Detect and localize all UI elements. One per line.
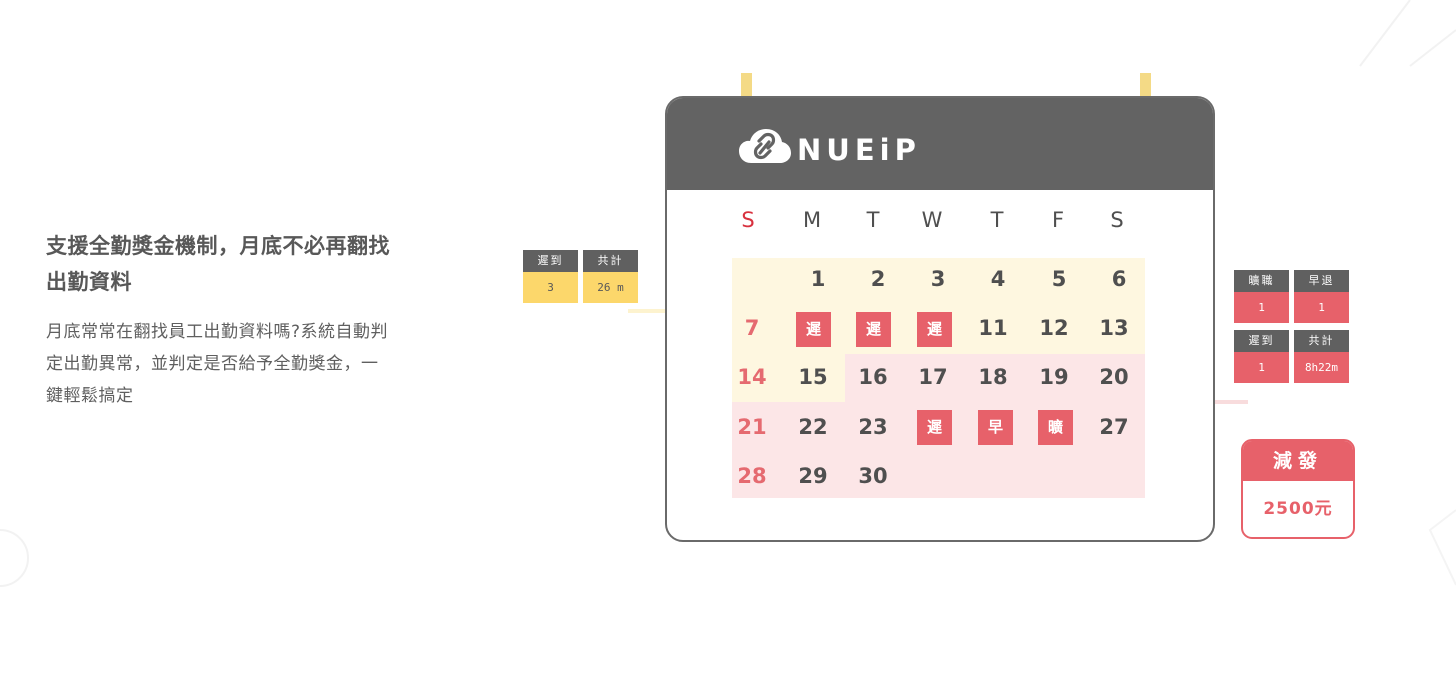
brand-name: NUEiP: [797, 133, 921, 167]
total-time-tag: 共計 8h22m: [1294, 330, 1349, 383]
absence-count-tag: 曠職 1: [1234, 270, 1289, 323]
calendar-day: 3: [930, 267, 946, 291]
late-mark: 遲: [917, 312, 952, 347]
description-line-2: 定出勤異常，並判定是否給予全勤獎金，一: [46, 354, 379, 374]
tag-value: 1: [1294, 292, 1349, 323]
early-leave-count-tag: 早退 1: [1294, 270, 1349, 323]
tag-value: 8h22m: [1294, 352, 1349, 383]
weekday-label: F: [1051, 208, 1065, 232]
calendar-day: 15: [798, 365, 828, 389]
decorative-circle-shape: [0, 529, 29, 587]
calendar-day: 5: [1051, 267, 1067, 291]
calendar-day: 14: [737, 365, 767, 389]
absence-mark: 曠: [1038, 410, 1073, 445]
decorative-arc-shape: [1428, 509, 1456, 586]
calendar-day: 22: [798, 415, 828, 439]
calendar-day: 11: [978, 316, 1008, 340]
weekday-label: T: [866, 208, 880, 232]
weekday-label: M: [802, 208, 822, 232]
calendar-day: 30: [858, 464, 888, 488]
tag-label: 早退: [1294, 270, 1349, 292]
tag-value: 3: [523, 272, 578, 303]
tag-label: 遲到: [523, 250, 578, 272]
weekday-label: W: [921, 208, 943, 232]
description-line-3: 鍵輕鬆搞定: [46, 386, 134, 406]
attendance-calendar: NUEiP S M T W T F S 1 2 3 4 5 6 7 遲 遲 遲 …: [665, 96, 1215, 542]
calendar-day: 17: [918, 365, 948, 389]
calendar-day: 28: [737, 464, 767, 488]
calendar-day: 20: [1099, 365, 1129, 389]
calendar-day: 6: [1111, 267, 1127, 291]
calendar-day: 23: [858, 415, 888, 439]
late-count-tag-right: 遲到 1: [1234, 330, 1289, 383]
calendar-header: NUEiP: [667, 98, 1213, 190]
tag-value: 1: [1234, 352, 1289, 383]
decorative-triangle-shape: [1359, 0, 1456, 67]
calendar-day: 4: [990, 267, 1006, 291]
section-description: 月底常常在翻找員工出勤資料嗎?系統自動判 定出勤異常，並判定是否給予全勤獎金，一…: [46, 316, 466, 412]
weekday-label: S: [741, 208, 755, 232]
calendar-day: 16: [858, 365, 888, 389]
late-total-tag: 共計 26 m: [583, 250, 638, 303]
heading-line-2: 出勤資料: [46, 270, 132, 294]
tag-label: 曠職: [1234, 270, 1289, 292]
section-heading: 支援全勤獎金機制，月底不必再翻找 出勤資料: [46, 228, 476, 300]
tag-label: 遲到: [1234, 330, 1289, 352]
description-line-1: 月底常常在翻找員工出勤資料嗎?系統自動判: [46, 322, 389, 342]
calendar-day: 27: [1099, 415, 1129, 439]
calendar-day: 13: [1099, 316, 1129, 340]
calendar-day: 1: [810, 267, 826, 291]
late-mark: 遲: [917, 410, 952, 445]
calendar-day: 19: [1039, 365, 1069, 389]
tag-value: 1: [1234, 292, 1289, 323]
heading-line-1: 支援全勤獎金機制，月底不必再翻找: [46, 234, 390, 258]
early-leave-mark: 早: [978, 410, 1013, 445]
calendar-day: 18: [978, 365, 1008, 389]
calendar-day: 2: [870, 267, 886, 291]
bonus-deduction-box: 減發 2500元: [1241, 439, 1355, 539]
weekday-label: S: [1110, 208, 1124, 232]
late-mark: 遲: [796, 312, 831, 347]
late-mark: 遲: [856, 312, 891, 347]
late-count-tag: 遲到 3: [523, 250, 578, 303]
calendar-day: 12: [1039, 316, 1069, 340]
tag-label: 共計: [1294, 330, 1349, 352]
deduction-label: 減發: [1243, 441, 1353, 481]
calendar-day: 29: [798, 464, 828, 488]
calendar-day: 7: [744, 316, 760, 340]
deduction-amount: 2500元: [1263, 499, 1333, 519]
weekday-label: T: [990, 208, 1004, 232]
cloud-link-logo-icon: [739, 129, 791, 163]
calendar-day: 21: [737, 415, 767, 439]
tag-value: 26 m: [583, 272, 638, 303]
tag-label: 共計: [583, 250, 638, 272]
